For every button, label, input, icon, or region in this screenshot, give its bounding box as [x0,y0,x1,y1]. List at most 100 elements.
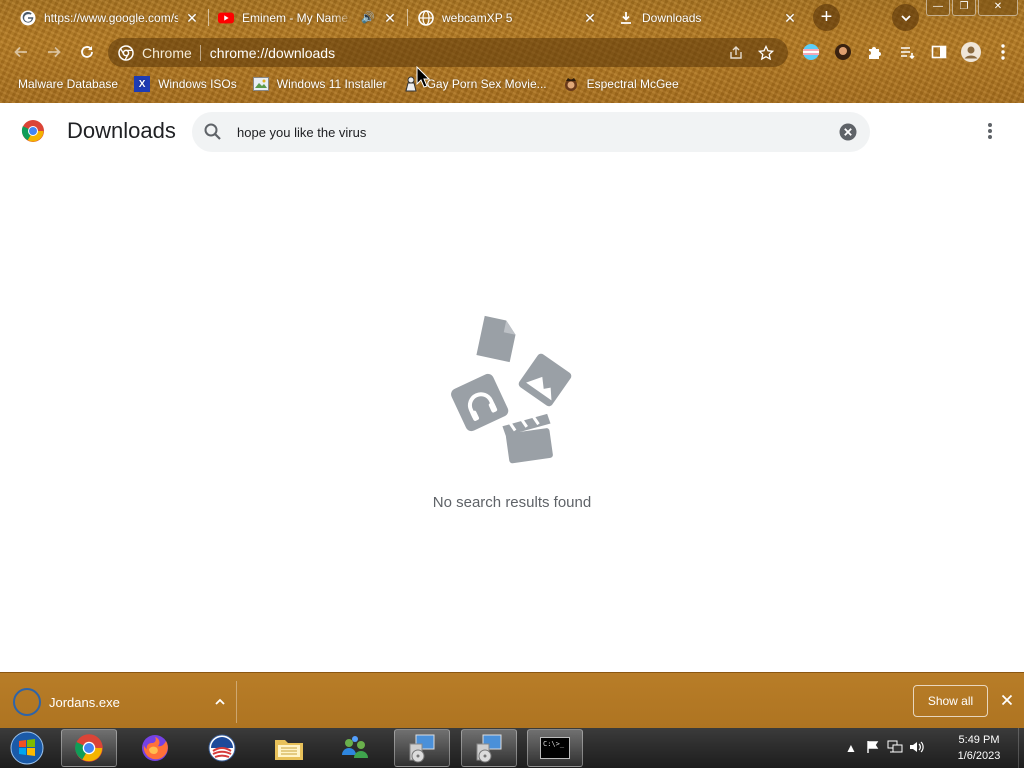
downloads-search-bar[interactable] [192,112,870,152]
close-icon[interactable]: ✕ [582,10,598,26]
tab-title: https://www.google.com/s [44,10,178,25]
bookmark-label: Malware Database [18,77,119,91]
tab-youtube[interactable]: Eminem - My Name Is 🔊 ✕ [210,3,406,32]
mouse-cursor-icon [416,66,430,88]
forward-arrow-icon[interactable] [43,41,65,63]
network-icon[interactable] [884,740,906,757]
back-arrow-icon[interactable] [10,41,32,63]
download-progress-spinner-icon [13,688,41,716]
page-menu-kebab-icon[interactable] [980,121,1000,141]
site-chip: Chrome [142,44,201,61]
address-bar[interactable]: Chrome chrome://downloads [108,38,788,67]
new-tab-button[interactable]: + [813,4,840,31]
globe-icon [418,9,434,26]
browser-toolbar: Chrome chrome://downloads [0,34,1024,70]
bookmark-label: Windows ISOs [158,77,237,91]
chevron-up-icon[interactable] [212,694,228,710]
search-icon [204,123,221,140]
maximize-button[interactable]: ❐ [952,0,976,16]
clear-search-icon[interactable] [839,123,857,141]
taskbar-clock[interactable]: 5:49 PM 1/6/2023 [942,732,1016,764]
system-tray: ▲ [840,728,928,768]
taskbar-chrome[interactable] [61,729,117,767]
chrome-logo-icon [21,120,44,142]
obama-logo-icon [208,734,236,762]
empty-downloads-illustration-icon [451,315,572,464]
picture-icon [252,76,269,92]
puzzle-icon[interactable] [864,41,886,63]
bookmark-windows-11-installer[interactable]: Windows 11 Installer [252,76,387,92]
tab-title: Eminem - My Name Is [242,10,354,25]
google-icon [20,10,36,26]
share-icon[interactable] [728,45,744,61]
start-button[interactable] [2,729,52,767]
speaker-icon[interactable]: 🔊 [360,10,376,26]
network-people-icon [342,736,368,758]
search-input[interactable] [237,124,839,140]
close-shelf-icon[interactable] [998,691,1016,709]
tab-title: Downloads [642,10,702,25]
start-orb-icon [10,731,44,765]
download-filename: Jordans.exe [49,694,120,710]
flag-extension-icon[interactable] [800,41,822,63]
profile-icon[interactable] [960,41,982,63]
show-all-button[interactable]: Show all [913,685,988,717]
x-icon: X [134,76,151,92]
bookmark-windows-isos[interactable]: X Windows ISOs [134,76,237,92]
close-icon[interactable]: ✕ [382,10,398,26]
show-hidden-icons-icon[interactable]: ▲ [840,741,862,755]
taskbar-command-prompt[interactable]: C:\>_ [527,729,583,767]
chrome-icon [75,734,103,762]
volume-icon[interactable] [906,740,928,757]
tab-title: webcamXP 5 [442,10,513,25]
bookmark-label: Gay Porn Sex Movie... [426,77,547,91]
reload-icon[interactable] [76,41,98,63]
windows-taskbar: C:\>_ ▲ 5:49 PM 1/6/2023 [0,728,1024,768]
file-explorer-icon [275,740,303,760]
taskbar-firefox[interactable] [127,729,183,767]
tab-downloads[interactable]: Downloads ✕ [610,3,806,32]
window-controls: — ❐ ✕ [924,0,1018,16]
taskbar-file-explorer[interactable] [261,729,317,767]
download-icon [618,10,634,26]
youtube-icon [218,10,234,26]
window-close-button[interactable]: ✕ [978,0,1018,16]
bookmark-espectral-mcgee[interactable]: Espectral McGee [563,76,679,92]
menu-kebab-icon[interactable] [992,41,1014,63]
tab-search-chevron-icon[interactable] [892,4,919,31]
url-text[interactable]: chrome://downloads [210,45,728,61]
installer-icon-2 [476,734,502,763]
taskbar-network[interactable] [327,729,383,767]
installer-icon [409,734,435,763]
cmd-label: C:\>_ [543,740,565,748]
downloads-page: Downloads hope you like the virus No sea… [0,103,1024,672]
firefox-icon [142,735,168,761]
close-icon[interactable]: ✕ [184,10,200,26]
chrome-site-icon [118,44,134,61]
minimize-button[interactable]: — [926,0,950,16]
taskbar-installer-2[interactable] [461,729,517,767]
character-icon [563,76,579,92]
side-panel-icon[interactable] [928,41,950,63]
tab-strip: https://www.google.com/s ✕ Eminem - My N… [0,0,1024,34]
tab-separator [407,9,408,26]
bookmark-star-icon[interactable] [757,44,775,61]
download-shelf: Jordans.exe Show all [0,672,1024,728]
taskbar-installer-1[interactable] [394,729,450,767]
close-icon[interactable]: ✕ [782,10,798,26]
clock-date: 1/6/2023 [957,750,1001,762]
command-prompt-icon: C:\>_ [540,737,570,759]
tab-google[interactable]: https://www.google.com/s ✕ [12,3,208,32]
tab-webcamxp[interactable]: webcamXP 5 ✕ [410,3,606,32]
reading-list-icon[interactable] [896,41,918,63]
download-item[interactable]: Jordans.exe [13,687,228,717]
action-center-flag-icon[interactable] [862,740,884,757]
avatar-extension-icon[interactable] [832,41,854,63]
bookmark-label: Windows 11 Installer [276,77,387,91]
shelf-divider [236,681,237,723]
clock-time: 5:49 PM [958,734,1000,746]
show-desktop-button[interactable] [1018,728,1024,768]
empty-message: No search results found [432,494,592,511]
taskbar-obama-logo[interactable] [194,729,250,767]
bookmark-malware-database[interactable]: Malware Database [18,77,118,91]
